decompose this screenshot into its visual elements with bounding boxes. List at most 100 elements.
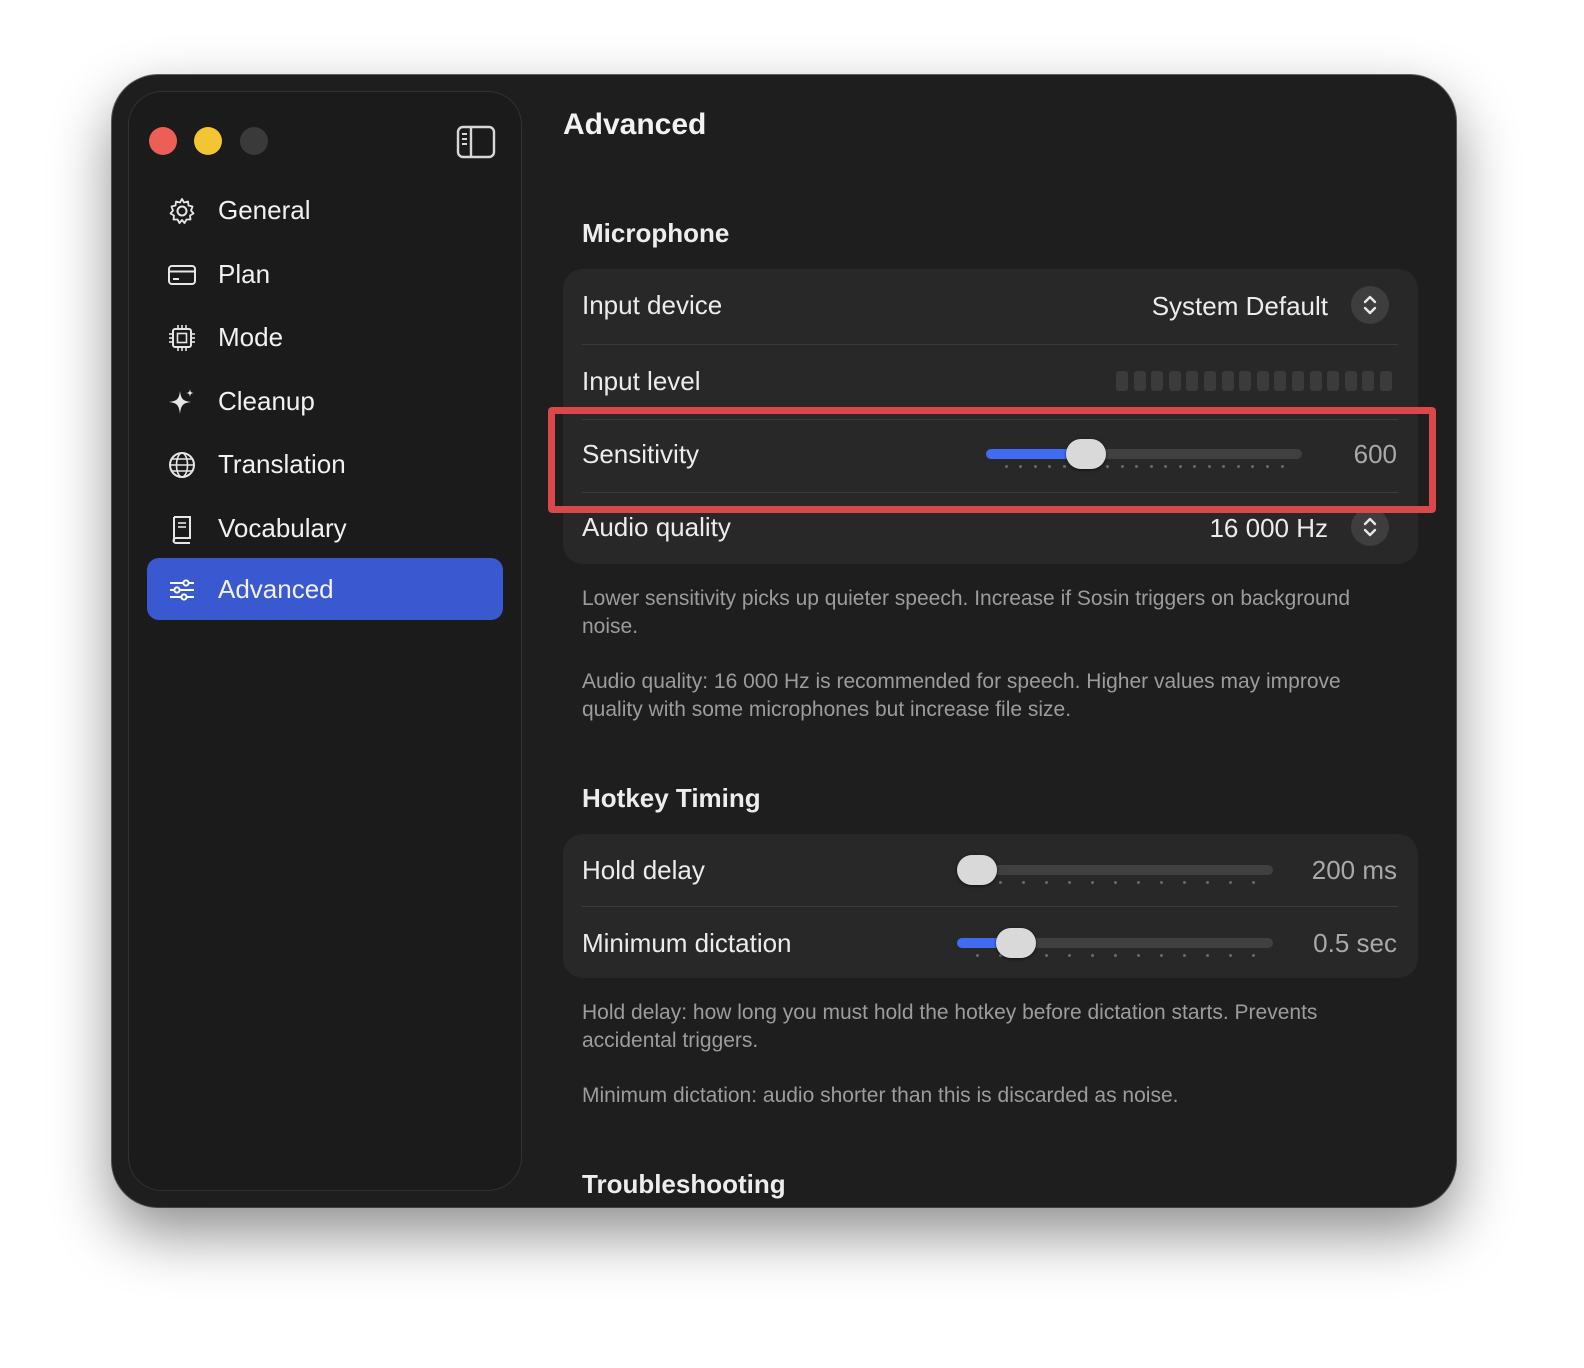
slider-thumb[interactable]: [957, 855, 997, 885]
sidebar-item-label: Mode: [218, 321, 284, 352]
slider-tick: [1090, 954, 1094, 957]
slider-tick: [998, 881, 1002, 884]
slider-tick: [1236, 465, 1240, 468]
minimize-window-button[interactable]: [194, 127, 222, 155]
sidebar-item-label: Translation: [218, 448, 346, 479]
slider-tick: [1044, 881, 1048, 884]
slider-tick: [1228, 954, 1232, 957]
sidebar-item-label: Vocabulary: [218, 512, 347, 543]
input-level-segment: [1186, 371, 1199, 391]
input-device-label: Input device: [582, 290, 723, 320]
divider: [582, 906, 1398, 907]
hold-delay-label: Hold delay: [582, 855, 705, 885]
slider-thumb[interactable]: [1066, 439, 1107, 469]
input-level-segment: [1327, 371, 1340, 391]
input-level-segment: [1239, 371, 1252, 391]
slider-tick: [1033, 465, 1037, 468]
slider-tick: [1004, 465, 1008, 468]
input-level-segment: [1344, 371, 1357, 391]
input-level-segment: [1168, 371, 1181, 391]
slider-track[interactable]: [957, 865, 1273, 875]
minimum-dictation-label: Minimum dictation: [582, 928, 792, 958]
slider-tick: [1280, 465, 1284, 468]
section-title-troubleshooting: Troubleshooting: [582, 1169, 786, 1199]
slider-tick: [1178, 465, 1182, 468]
settings-window: General Plan Mode Cleanup Translation Vo…: [112, 75, 1456, 1207]
slider-tick: [1251, 954, 1255, 957]
sidebar-item-general[interactable]: General: [147, 179, 503, 241]
input-level-segment: [1133, 371, 1146, 391]
input-level-segment: [1256, 371, 1269, 391]
slider-tick: [1067, 881, 1071, 884]
input-level-segment: [1116, 371, 1128, 391]
sensitivity-highlight-box: [548, 407, 1436, 513]
slider-tick: [1205, 881, 1209, 884]
slider-tick: [1113, 881, 1117, 884]
sidebar-item-vocabulary[interactable]: Vocabulary: [147, 497, 503, 559]
input-level-label: Input level: [582, 366, 701, 396]
input-level-segment: [1204, 371, 1216, 391]
input-level-segment: [1221, 371, 1234, 391]
slider-tick: [1228, 881, 1232, 884]
sidebar-item-cleanup[interactable]: Cleanup: [147, 370, 503, 432]
gear-icon: [169, 198, 195, 224]
close-window-button[interactable]: [149, 127, 177, 155]
hold-delay-value: 200 ms: [1311, 855, 1397, 885]
zoom-window-button[interactable]: [240, 127, 268, 155]
cpu-icon: [169, 325, 195, 351]
globe-icon: [169, 452, 195, 478]
slider-tick: [975, 954, 979, 957]
input-level-segment: [1362, 371, 1375, 391]
slider-thumb[interactable]: [995, 928, 1036, 958]
section-title-hotkey-timing: Hotkey Timing: [582, 783, 761, 813]
chevron-up-down-icon: [1363, 295, 1377, 315]
audio-quality-help-text: Audio quality: 16 000 Hz is recommended …: [582, 670, 1341, 721]
audio-quality-stepper[interactable]: [1351, 508, 1389, 546]
audio-quality-value[interactable]: 16 000 Hz: [1209, 513, 1328, 544]
slider-tick: [1021, 881, 1025, 884]
slider-tick: [1265, 465, 1269, 468]
slider-tick: [1207, 465, 1211, 468]
sidebar-item-advanced[interactable]: Advanced: [147, 558, 503, 620]
divider: [582, 344, 1398, 345]
slider-tick: [1113, 954, 1117, 957]
input-device-value[interactable]: System Default: [1152, 291, 1328, 322]
sidebar-item-translation[interactable]: Translation: [147, 433, 503, 495]
slider-tick: [1136, 954, 1140, 957]
input-level-segment: [1274, 371, 1287, 391]
input-device-stepper[interactable]: [1351, 286, 1389, 324]
sidebar-toggle-icon[interactable]: [456, 125, 496, 159]
book-icon: [172, 516, 191, 544]
slider-tick: [1251, 881, 1255, 884]
section-title-microphone: Microphone: [582, 218, 730, 248]
slider-tick: [1136, 881, 1140, 884]
input-level-segment: [1151, 371, 1164, 391]
sparkle-icon: [169, 389, 194, 414]
input-level-segment: [1380, 371, 1392, 391]
slider-tick: [1205, 954, 1209, 957]
slider-tick: [1149, 465, 1153, 468]
sidebar-item-mode[interactable]: Mode: [147, 306, 503, 368]
sliders-icon: [170, 579, 194, 601]
audio-quality-label: Audio quality: [582, 512, 731, 542]
slider-tick: [1067, 954, 1071, 957]
sidebar-item-plan[interactable]: Plan: [147, 243, 503, 305]
slider-tick: [1090, 881, 1094, 884]
input-level-segment: [1292, 371, 1304, 391]
sidebar: General Plan Mode Cleanup Translation Vo…: [128, 91, 522, 1191]
slider-tick: [1159, 881, 1163, 884]
slider-tick: [1182, 954, 1186, 957]
slider-tick: [1044, 954, 1048, 957]
slider-tick: [1159, 954, 1163, 957]
sidebar-item-label: General: [218, 194, 311, 225]
minimum-dictation-value: 0.5 sec: [1313, 928, 1397, 958]
sidebar-item-label: Plan: [218, 258, 271, 289]
credit-card-icon: [168, 265, 196, 285]
slider-tick: [1182, 881, 1186, 884]
hold-delay-help-text: Hold delay: how long you must hold the h…: [582, 1001, 1318, 1052]
slider-tick: [1062, 465, 1066, 468]
slider-tick: [1019, 465, 1023, 468]
sidebar-item-label: Cleanup: [218, 385, 315, 416]
input-level-segment: [1309, 371, 1322, 391]
page-title: Advanced: [563, 108, 707, 141]
